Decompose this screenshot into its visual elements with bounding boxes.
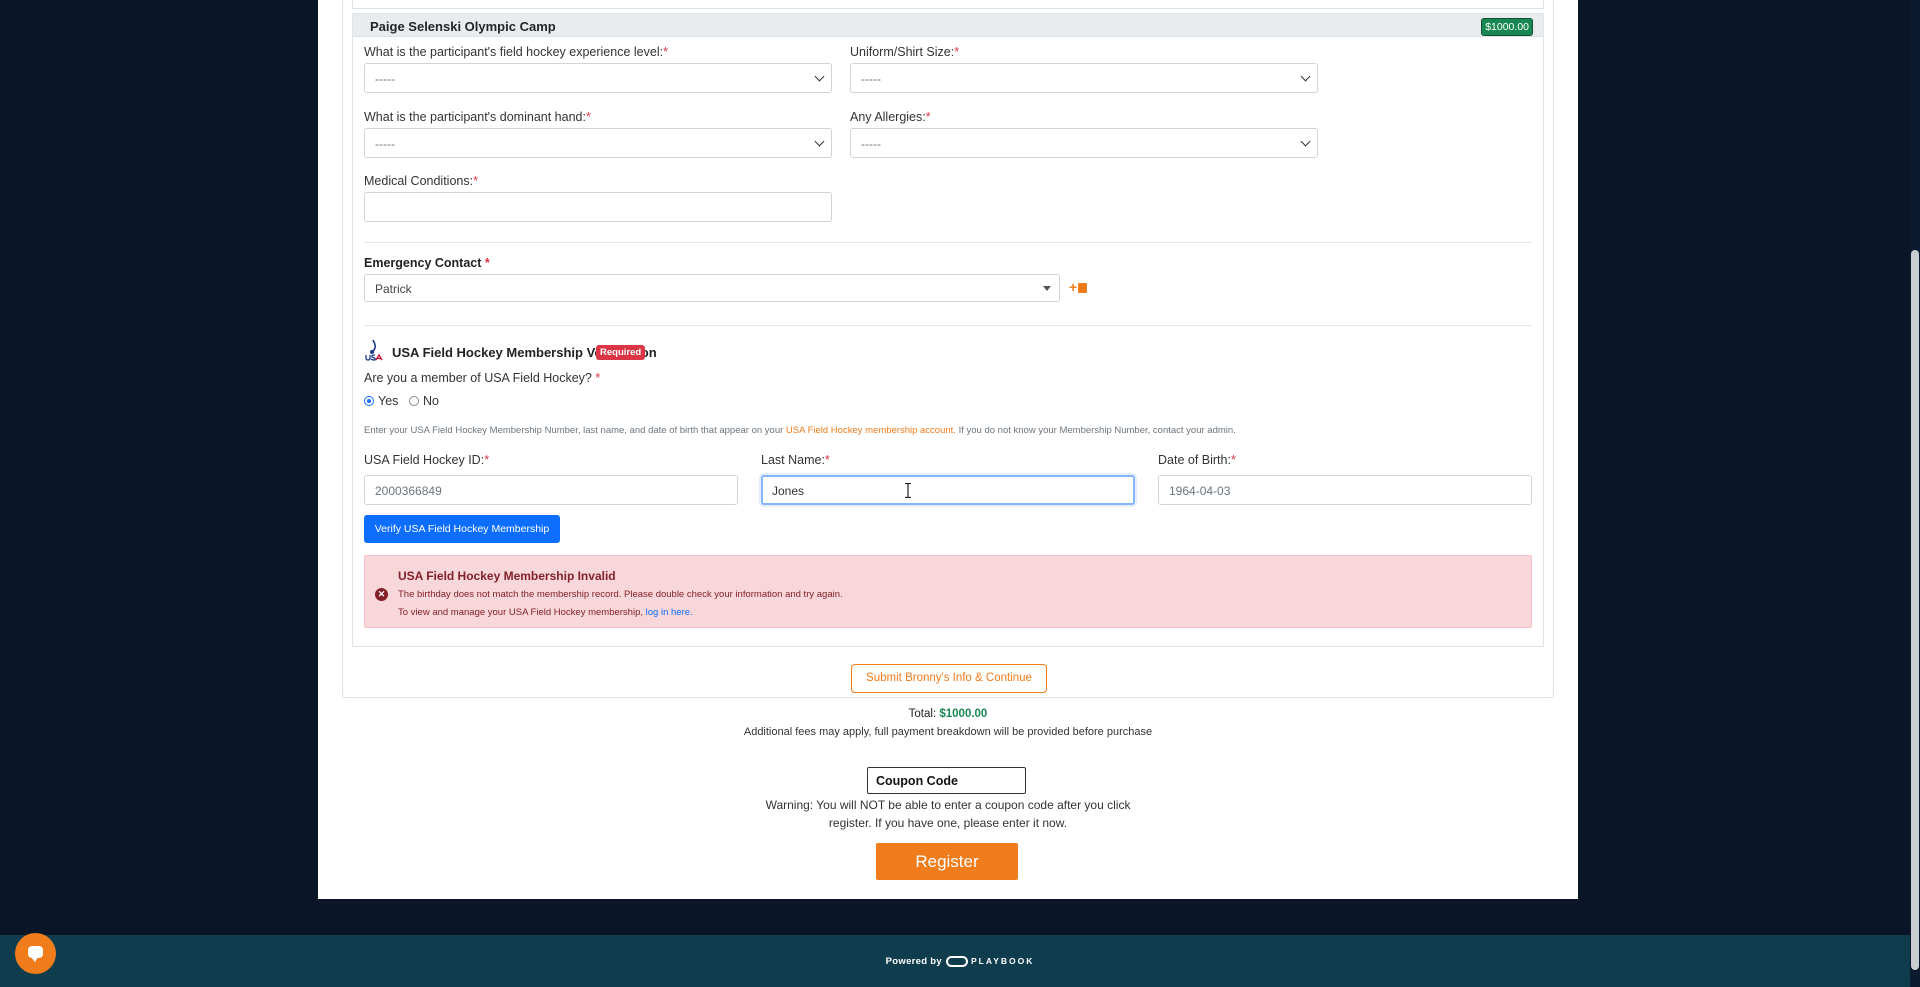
usafh-id-input[interactable]: 2000366849 bbox=[364, 475, 738, 505]
member-yes-radio[interactable] bbox=[364, 396, 374, 406]
divider bbox=[364, 325, 1532, 326]
divider bbox=[364, 242, 1532, 243]
experience-select[interactable]: ----- bbox=[364, 63, 832, 93]
dob-input[interactable]: 1964-04-03 bbox=[1158, 475, 1532, 505]
text-cursor-icon bbox=[905, 483, 911, 498]
usafh-id-label: USA Field Hockey ID:* bbox=[364, 453, 490, 467]
total-line: Total: $1000.00 bbox=[908, 708, 988, 720]
alert-title: USA Field Hockey Membership Invalid bbox=[398, 569, 616, 583]
allergies-select[interactable]: ----- bbox=[850, 128, 1318, 158]
emergency-contact-select[interactable]: Patrick bbox=[364, 274, 1060, 302]
member-yes-label[interactable]: Yes bbox=[378, 394, 398, 408]
member-no-label[interactable]: No bbox=[423, 394, 439, 408]
camp-title: Paige Selenski Olympic Camp bbox=[370, 19, 556, 34]
coupon-code-input[interactable]: Coupon Code bbox=[867, 767, 1026, 794]
camp-section: Paige Selenski Olympic Camp $1000.00 Wha… bbox=[352, 13, 1544, 647]
camp-section-header: Paige Selenski Olympic Camp $1000.00 bbox=[353, 14, 1543, 37]
shirt-size-select[interactable]: ----- bbox=[850, 63, 1318, 93]
total-amount: $1000.00 bbox=[939, 708, 988, 720]
submit-continue-button[interactable]: Submit Bronny's Info & Continue bbox=[851, 664, 1047, 693]
member-question: Are you a member of USA Field Hockey? * bbox=[364, 371, 601, 385]
usa-field-hockey-logo-icon bbox=[365, 339, 383, 361]
registration-card: Paige Selenski Olympic Camp $1000.00 Wha… bbox=[318, 0, 1578, 899]
alert-login-message: To view and manage your USA Field Hockey… bbox=[398, 607, 693, 618]
add-contact-icon[interactable]: + bbox=[1069, 280, 1088, 294]
register-button[interactable]: Register bbox=[876, 843, 1018, 880]
chat-launcher-button[interactable] bbox=[15, 933, 56, 974]
alert-message: The birthday does not match the membersh… bbox=[398, 589, 843, 600]
dominant-hand-select[interactable]: ----- bbox=[364, 128, 832, 158]
powered-by: Powered by PLAYBOOK bbox=[885, 956, 1035, 968]
membership-help-text: Enter your USA Field Hockey Membership N… bbox=[364, 425, 1236, 436]
playbook-brand: PLAYBOOK bbox=[970, 956, 1035, 967]
coupon-warning: Warning: You will NOT be able to enter a… bbox=[765, 798, 1131, 830]
price-badge: $1000.00 bbox=[1481, 18, 1533, 36]
required-badge: Required bbox=[596, 345, 646, 360]
caret-down-icon bbox=[1043, 286, 1051, 291]
medical-label: Medical Conditions:* bbox=[364, 174, 478, 188]
chat-bubble-icon bbox=[28, 946, 43, 962]
allergies-label: Any Allergies:* bbox=[850, 110, 931, 124]
log-in-link[interactable]: log in here. bbox=[646, 607, 693, 618]
membership-account-link[interactable]: USA Field Hockey membership account. bbox=[786, 425, 956, 436]
chevron-down-icon bbox=[814, 71, 825, 82]
dominant-hand-label: What is the participant's dominant hand:… bbox=[364, 110, 591, 124]
fees-note: Additional fees may apply, full payment … bbox=[743, 726, 1153, 738]
chevron-down-icon bbox=[1300, 136, 1311, 147]
verify-membership-button[interactable]: Verify USA Field Hockey Membership bbox=[364, 515, 560, 543]
previous-section-edge bbox=[352, 0, 1544, 9]
experience-label: What is the participant's field hockey e… bbox=[364, 45, 668, 59]
chevron-down-icon bbox=[1300, 71, 1311, 82]
shirt-size-label: Uniform/Shirt Size:* bbox=[850, 45, 960, 59]
last-name-input[interactable]: Jones bbox=[761, 475, 1135, 505]
membership-invalid-alert: ✕ USA Field Hockey Membership Invalid Th… bbox=[364, 555, 1532, 628]
footer: Powered by PLAYBOOK bbox=[0, 935, 1920, 987]
medical-input[interactable] bbox=[364, 192, 832, 222]
last-name-label: Last Name:* bbox=[761, 453, 830, 467]
scrollbar-thumb[interactable] bbox=[1911, 250, 1919, 970]
error-x-icon: ✕ bbox=[375, 588, 388, 601]
member-no-radio[interactable] bbox=[409, 396, 419, 406]
emergency-contact-label: Emergency Contact * bbox=[364, 256, 490, 270]
dob-label: Date of Birth:* bbox=[1158, 453, 1236, 467]
playbook-logo-icon bbox=[945, 956, 968, 967]
chevron-down-icon bbox=[814, 136, 825, 147]
